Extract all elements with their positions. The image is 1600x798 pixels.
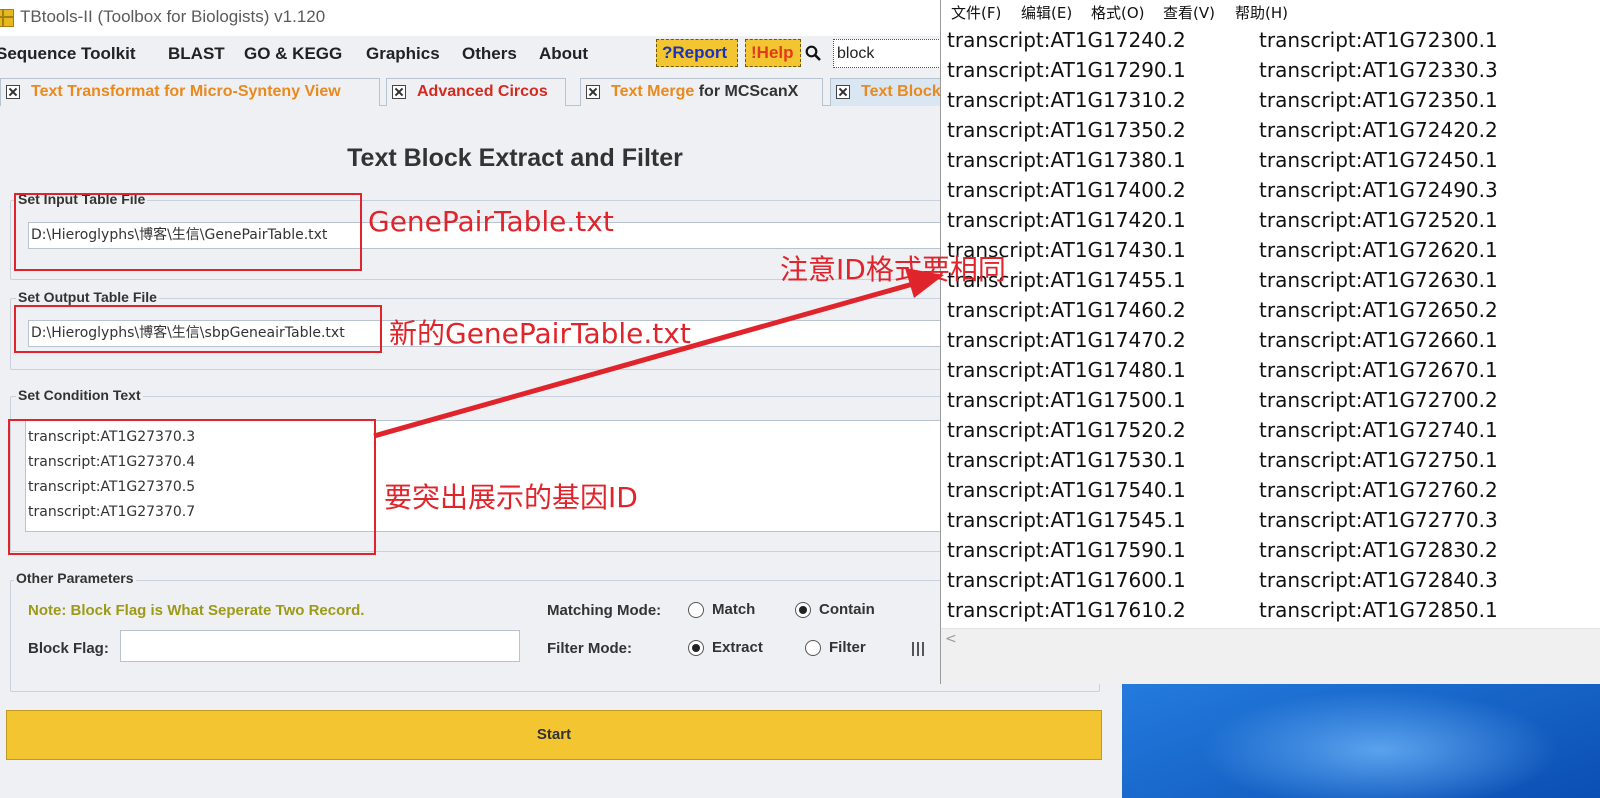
- input-file-legend: Set Input Table File: [16, 191, 148, 207]
- transcript-id-left: transcript:AT1G17610.2: [947, 598, 1186, 622]
- transcript-id-left: transcript:AT1G17310.2: [947, 88, 1186, 112]
- menu-go-kegg[interactable]: GO & KEGG: [244, 44, 342, 64]
- menu-about[interactable]: About: [539, 44, 588, 64]
- transcript-id-left: transcript:AT1G17540.1: [947, 478, 1186, 502]
- grip-icon: [912, 642, 924, 656]
- filter-radio[interactable]: [805, 640, 821, 656]
- output-file-legend: Set Output Table File: [16, 289, 159, 305]
- extract-radio[interactable]: [688, 640, 704, 656]
- transcript-id-left: transcript:AT1G17400.2: [947, 178, 1186, 202]
- transcript-id-right: transcript:AT1G72740.1: [1259, 418, 1498, 442]
- help-button[interactable]: !Help: [745, 39, 801, 67]
- transcript-id-right: transcript:AT1G72520.1: [1259, 208, 1498, 232]
- other-params-legend: Other Parameters: [14, 570, 136, 586]
- notepad-menu-format[interactable]: 格式(O): [1091, 2, 1145, 23]
- start-button[interactable]: Start: [6, 710, 1102, 760]
- notepad-menu-edit[interactable]: 编辑(E): [1021, 2, 1072, 23]
- app-icon: [0, 9, 14, 27]
- transcript-id-right: transcript:AT1G72760.2: [1259, 478, 1498, 502]
- transcript-id-right: transcript:AT1G72420.2: [1259, 118, 1498, 142]
- notepad-menu-bar: 文件(F) 编辑(E) 格式(O) 查看(V) 帮助(H): [941, 0, 1600, 24]
- menu-graphics[interactable]: Graphics: [366, 44, 440, 64]
- tab-label: Text Block: [861, 83, 941, 100]
- search-icon[interactable]: [805, 45, 821, 61]
- block-flag-input[interactable]: [120, 630, 520, 662]
- transcript-id-left: transcript:AT1G17240.2: [947, 28, 1186, 52]
- close-icon[interactable]: [6, 85, 20, 99]
- transcript-id-right: transcript:AT1G72750.1: [1259, 448, 1498, 472]
- transcript-id-left: transcript:AT1G17470.2: [947, 328, 1186, 352]
- extract-radio-label[interactable]: Extract: [712, 639, 763, 656]
- notepad-horizontal-scrollbar[interactable]: <: [941, 628, 1600, 648]
- tab-label: Text Transformat for Micro-Synteny View: [31, 83, 341, 100]
- notepad-menu-view[interactable]: 查看(V): [1163, 2, 1215, 23]
- menu-others[interactable]: Others: [462, 44, 517, 64]
- annotation-id-format: 注意ID格式要相同: [780, 253, 1006, 286]
- transcript-id-right: transcript:AT1G72450.1: [1259, 148, 1498, 172]
- tab-label: Advanced Circos: [417, 83, 548, 100]
- block-flag-label: Block Flag:: [28, 640, 109, 657]
- transcript-id-left: transcript:AT1G17500.1: [947, 388, 1186, 412]
- notepad-window: 文件(F) 编辑(E) 格式(O) 查看(V) 帮助(H) transcript…: [940, 0, 1600, 684]
- transcript-id-left: transcript:AT1G17480.1: [947, 358, 1186, 382]
- window-title: TBtools-II (Toolbox for Biologists) v1.1…: [20, 7, 326, 26]
- transcript-id-right: transcript:AT1G72700.2: [1259, 388, 1498, 412]
- transcript-id-left: transcript:AT1G17380.1: [947, 148, 1186, 172]
- tab-label-main: Text Merge: [611, 83, 695, 100]
- transcript-id-right: transcript:AT1G72330.3: [1259, 58, 1498, 82]
- transcript-id-right: transcript:AT1G72630.1: [1259, 268, 1498, 292]
- transcript-id-left: transcript:AT1G17520.2: [947, 418, 1186, 442]
- tab-label-suffix: for MCScanX: [694, 83, 799, 100]
- report-button[interactable]: ?Report: [656, 39, 738, 67]
- transcript-id-right: transcript:AT1G72840.3: [1259, 568, 1498, 592]
- transcript-id-right: transcript:AT1G72300.1: [1259, 28, 1498, 52]
- matching-mode-label: Matching Mode:: [547, 602, 662, 619]
- transcript-id-right: transcript:AT1G72660.1: [1259, 328, 1498, 352]
- transcript-id-left: transcript:AT1G17350.2: [947, 118, 1186, 142]
- transcript-id-left: transcript:AT1G17290.1: [947, 58, 1186, 82]
- menu-blast[interactable]: BLAST: [168, 44, 225, 64]
- filter-mode-label: Filter Mode:: [547, 640, 632, 657]
- annotation-input: GenePairTable.txt: [368, 205, 614, 238]
- contain-radio-label[interactable]: Contain: [819, 601, 875, 618]
- notepad-status-area: [941, 648, 1600, 684]
- match-radio[interactable]: [688, 602, 704, 618]
- filter-radio-label[interactable]: Filter: [829, 639, 866, 656]
- annotation-output: 新的GenePairTable.txt: [389, 317, 691, 350]
- transcript-id-right: transcript:AT1G72620.1: [1259, 238, 1498, 262]
- notepad-text-area[interactable]: transcript:AT1G17240.2 transcript:AT1G723…: [947, 28, 1597, 628]
- transcript-id-right: transcript:AT1G72770.3: [1259, 508, 1498, 532]
- contain-radio[interactable]: [795, 602, 811, 618]
- transcript-id-left: transcript:AT1G17530.1: [947, 448, 1186, 472]
- transcript-id-right: transcript:AT1G72490.3: [1259, 178, 1498, 202]
- transcript-id-right: transcript:AT1G72670.1: [1259, 358, 1498, 382]
- transcript-id-right: transcript:AT1G72850.1: [1259, 598, 1498, 622]
- desktop-glow: [1200, 690, 1560, 798]
- close-icon[interactable]: [836, 85, 850, 99]
- match-radio-label[interactable]: Match: [712, 601, 755, 618]
- transcript-id-right: transcript:AT1G72650.2: [1259, 298, 1498, 322]
- tab-text-merge[interactable]: Text Merge for MCScanX: [580, 78, 823, 106]
- transcript-id-right: transcript:AT1G72350.1: [1259, 88, 1498, 112]
- transcript-id-left: transcript:AT1G17460.2: [947, 298, 1186, 322]
- transcript-id-left: transcript:AT1G17600.1: [947, 568, 1186, 592]
- scroll-left-icon[interactable]: <: [945, 631, 957, 647]
- block-flag-note: Note: Block Flag is What Seperate Two Re…: [28, 602, 365, 619]
- close-icon[interactable]: [586, 85, 600, 99]
- tab-micro-synteny[interactable]: Text Transformat for Micro-Synteny View: [0, 78, 380, 106]
- page-title: Text Block Extract and Filter: [347, 144, 683, 172]
- annotation-condition: 要突出展示的基因ID: [384, 481, 638, 514]
- transcript-id-right: transcript:AT1G72830.2: [1259, 538, 1498, 562]
- transcript-id-left: transcript:AT1G17545.1: [947, 508, 1186, 532]
- search-input[interactable]: block: [833, 39, 943, 68]
- tab-label: Text Merge for MCScanX: [611, 79, 798, 105]
- notepad-menu-help[interactable]: 帮助(H): [1235, 2, 1288, 23]
- notepad-menu-file[interactable]: 文件(F): [951, 2, 1001, 23]
- close-icon[interactable]: [392, 85, 406, 99]
- condition-legend: Set Condition Text: [16, 387, 143, 403]
- transcript-id-left: transcript:AT1G17420.1: [947, 208, 1186, 232]
- transcript-id-left: transcript:AT1G17590.1: [947, 538, 1186, 562]
- tab-advanced-circos[interactable]: Advanced Circos: [386, 78, 566, 106]
- menu-sequence-toolkit[interactable]: Sequence Toolkit: [0, 44, 136, 64]
